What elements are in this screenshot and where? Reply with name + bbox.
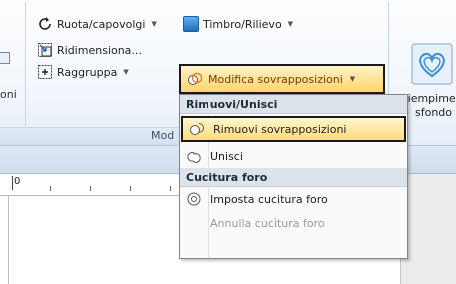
partial-left-icon[interactable] — [0, 52, 10, 64]
chevron-down-icon: ▼ — [287, 20, 294, 28]
ruler-tick — [90, 186, 91, 191]
menu-section-remove-merge: Rimuovi/Unisci — [180, 95, 407, 114]
background-fill-button[interactable] — [410, 42, 454, 86]
rotate-icon — [37, 16, 53, 32]
canvas-border — [8, 196, 9, 284]
chevron-down-icon: ▼ — [151, 20, 157, 28]
rotate-flip-label: Ruota/capovolgi — [57, 17, 146, 31]
overlap-icon — [187, 71, 203, 87]
ruler-origin-tick — [12, 176, 13, 190]
menu-item-merge[interactable]: Unisci — [180, 144, 407, 168]
menu-item-set-hole-sewing[interactable]: Imposta cucitura foro — [180, 187, 407, 211]
ruler-tick — [170, 186, 171, 191]
group-icon — [37, 64, 53, 80]
menu-item-label: Rimuovi sovrapposizioni — [213, 122, 347, 136]
stamp-icon — [183, 16, 199, 32]
hole-sewing-icon — [186, 191, 202, 207]
ruler-tick — [130, 186, 131, 191]
ruler-zero-label: 0 — [14, 176, 21, 187]
merge-icon — [186, 148, 202, 164]
stamp-emboss-button[interactable]: Timbro/Rilievo ▼ — [183, 16, 293, 32]
group-caption: Mod — [151, 129, 175, 142]
resize-button[interactable]: Ridimensiona... — [37, 42, 142, 58]
group-label: Raggruppa — [57, 65, 118, 79]
stamp-emboss-label: Timbro/Rilievo — [203, 17, 282, 31]
menu-item-label: Annulla cucitura foro — [210, 216, 325, 230]
menu-item-label: Imposta cucitura foro — [210, 192, 328, 206]
heart-fill-icon — [411, 43, 453, 85]
edit-overlaps-label: Modifica sovrapposizioni — [208, 72, 343, 86]
edit-overlaps-button[interactable]: Modifica sovrapposizioni ▼ — [179, 64, 385, 94]
blank-icon — [186, 215, 202, 231]
menu-section-hole-sewing: Cucitura foro — [180, 168, 407, 187]
background-fill-label-1: Riempime — [400, 92, 456, 105]
resize-label: Ridimensiona... — [57, 43, 142, 57]
group-button[interactable]: Raggruppa ▼ — [37, 64, 129, 80]
menu-item-remove-overlaps[interactable]: Rimuovi sovrapposizioni — [181, 116, 406, 142]
menu-item-label: Unisci — [210, 149, 243, 163]
right-panel — [400, 174, 456, 284]
chevron-down-icon: ▼ — [123, 68, 129, 76]
chevron-down-icon: ▼ — [349, 75, 356, 83]
separator — [25, 2, 26, 126]
edit-overlaps-menu: Rimuovi/Unisci Rimuovi sovrapposizioni U… — [179, 94, 408, 259]
ruler-tick — [50, 186, 51, 191]
background-fill-label-2: sfondo — [415, 106, 453, 119]
remove-overlap-icon — [189, 121, 205, 137]
menu-item-cancel-hole-sewing: Annulla cucitura foro — [180, 211, 407, 235]
rotate-flip-button[interactable]: Ruota/capovolgi ▼ — [37, 16, 157, 32]
partial-left-label: oni — [0, 88, 17, 101]
resize-icon — [37, 42, 53, 58]
